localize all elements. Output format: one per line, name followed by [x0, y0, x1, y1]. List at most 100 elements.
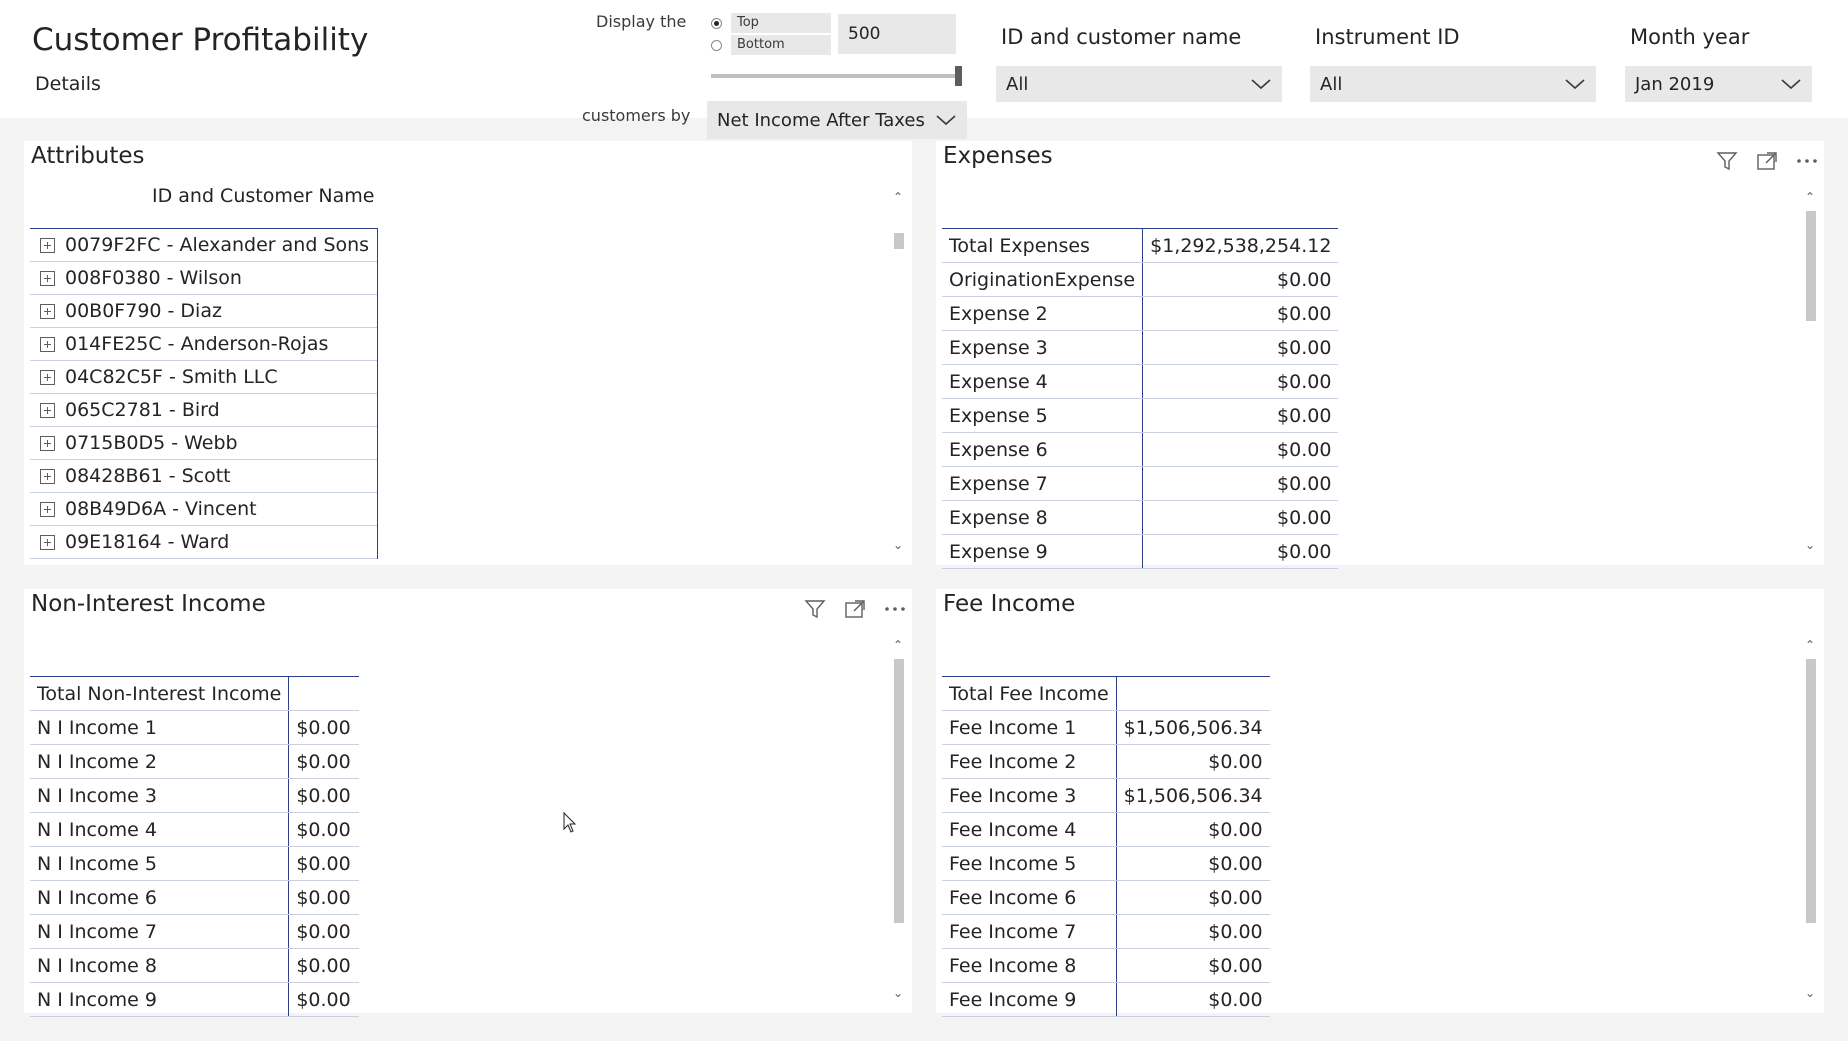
table-row[interactable]: N I Income 2 $0.00 [30, 744, 360, 779]
scroll-up-arrow-icon[interactable]: ⌃ [892, 639, 904, 651]
top-n-slider-track[interactable] [711, 74, 959, 78]
table-row[interactable]: Expense 2 $0.00 [942, 296, 1339, 331]
more-options-icon[interactable] [884, 599, 906, 619]
row-value-cell: $0.00 [288, 948, 360, 983]
table-row[interactable]: Fee Income 3 $1,506,506.34 [942, 778, 1270, 813]
measure-dropdown[interactable]: Net Income After Taxes [707, 101, 967, 139]
expand-plus-icon[interactable] [40, 336, 55, 352]
attributes-column-header[interactable]: ID and Customer Name [152, 185, 374, 207]
expenses-scroll-thumb[interactable] [1806, 211, 1816, 321]
table-row[interactable]: 008F0380 - Wilson [30, 262, 377, 295]
expenses-scrollbar[interactable]: ⌃ ⌄ [1804, 191, 1816, 551]
table-row[interactable]: Total Non-Interest Income [30, 676, 360, 711]
scroll-up-arrow-icon[interactable]: ⌃ [1804, 639, 1816, 651]
scroll-down-arrow-icon[interactable]: ⌄ [1804, 539, 1816, 551]
expand-plus-icon[interactable] [40, 468, 55, 484]
table-row[interactable]: Expense 4 $0.00 [942, 364, 1339, 399]
scroll-up-arrow-icon[interactable]: ⌃ [1804, 191, 1816, 203]
chevron-down-icon [936, 115, 956, 126]
table-row[interactable]: Expense 8 $0.00 [942, 500, 1339, 535]
customer-name-cell: 08B49D6A - Vincent [65, 498, 257, 520]
row-label-cell: Fee Income 7 [942, 914, 1117, 949]
scroll-down-arrow-icon[interactable]: ⌄ [892, 539, 904, 551]
table-row[interactable]: 04C82C5F - Smith LLC [30, 361, 377, 394]
table-row[interactable]: N I Income 6 $0.00 [30, 880, 360, 915]
slicer-customer-dropdown[interactable]: All [996, 66, 1282, 102]
non-interest-scroll-thumb[interactable] [894, 659, 904, 923]
table-row[interactable]: N I Income 3 $0.00 [30, 778, 360, 813]
table-row[interactable]: Total Fee Income [942, 676, 1270, 711]
expand-plus-icon[interactable] [40, 303, 55, 319]
expand-plus-icon[interactable] [40, 402, 55, 418]
top-n-input[interactable]: 500 [838, 14, 956, 54]
table-row[interactable]: N I Income 9 $0.00 [30, 982, 360, 1017]
expand-plus-icon[interactable] [40, 270, 55, 286]
table-row[interactable]: 0715B0D5 - Webb [30, 427, 377, 460]
table-row[interactable]: Expense 9 $0.00 [942, 534, 1339, 569]
row-value-cell: $0.00 [1142, 432, 1339, 467]
attributes-title: Attributes [31, 143, 145, 169]
table-row[interactable]: 09E18164 - Ward [30, 526, 377, 559]
slicer-instrument-dropdown[interactable]: All [1310, 66, 1596, 102]
expand-plus-icon[interactable] [40, 435, 55, 451]
radio-top-label: Top [731, 13, 831, 33]
table-row[interactable]: N I Income 4 $0.00 [30, 812, 360, 847]
filter-icon[interactable] [1716, 151, 1738, 171]
table-row[interactable]: Total Expenses $1,292,538,254.12 [942, 228, 1339, 263]
non-interest-scrollbar[interactable]: ⌃ ⌄ [892, 639, 904, 999]
attributes-scrollbar[interactable]: ⌃ ⌄ [892, 191, 904, 551]
table-row[interactable]: Fee Income 2 $0.00 [942, 744, 1270, 779]
table-row[interactable]: Fee Income 1 $1,506,506.34 [942, 710, 1270, 745]
radio-bottom[interactable] [711, 39, 722, 51]
scroll-up-arrow-icon[interactable]: ⌃ [892, 191, 904, 203]
expand-plus-icon[interactable] [40, 534, 55, 550]
attributes-scroll-thumb[interactable] [894, 233, 904, 249]
table-row[interactable]: N I Income 8 $0.00 [30, 948, 360, 983]
table-row[interactable]: Expense 6 $0.00 [942, 432, 1339, 467]
slicer-month-dropdown[interactable]: Jan 2019 [1625, 66, 1812, 102]
more-options-icon[interactable] [1796, 151, 1818, 171]
fee-income-scroll-thumb[interactable] [1806, 659, 1816, 923]
expand-plus-icon[interactable] [40, 237, 55, 253]
table-row[interactable]: 08B49D6A - Vincent [30, 493, 377, 526]
table-row[interactable]: 00B0F790 - Diaz [30, 295, 377, 328]
chevron-down-icon [1251, 79, 1271, 90]
table-row[interactable]: Expense 7 $0.00 [942, 466, 1339, 501]
radio-top-option[interactable]: Top [711, 13, 831, 33]
table-row[interactable]: Fee Income 8 $0.00 [942, 948, 1270, 983]
table-row[interactable]: N I Income 7 $0.00 [30, 914, 360, 949]
table-row[interactable]: Fee Income 5 $0.00 [942, 846, 1270, 881]
filter-icon[interactable] [804, 599, 826, 619]
row-label-cell: Expense 5 [942, 398, 1144, 433]
radio-bottom-label: Bottom [731, 35, 831, 55]
row-label-cell: Fee Income 1 [942, 710, 1117, 745]
table-row[interactable]: N I Income 1 $0.00 [30, 710, 360, 745]
radio-bottom-option[interactable]: Bottom [711, 35, 831, 55]
table-row[interactable]: Fee Income 6 $0.00 [942, 880, 1270, 915]
row-label-cell: N I Income 6 [30, 880, 290, 915]
table-row[interactable]: Expense 5 $0.00 [942, 398, 1339, 433]
table-row[interactable]: Fee Income 7 $0.00 [942, 914, 1270, 949]
table-row[interactable]: N I Income 5 $0.00 [30, 846, 360, 881]
focus-mode-icon[interactable] [844, 599, 866, 619]
customer-name-cell: 00B0F790 - Diaz [65, 300, 222, 322]
table-row[interactable]: 065C2781 - Bird [30, 394, 377, 427]
top-n-slider-handle[interactable] [955, 66, 962, 86]
focus-mode-icon[interactable] [1756, 151, 1778, 171]
table-row[interactable]: 0079F2FC - Alexander and Sons [30, 229, 377, 262]
expand-plus-icon[interactable] [40, 501, 55, 517]
table-row[interactable]: Fee Income 9 $0.00 [942, 982, 1270, 1017]
fee-income-scrollbar[interactable]: ⌃ ⌄ [1804, 639, 1816, 999]
table-row[interactable]: OriginationExpense $0.00 [942, 262, 1339, 297]
table-row[interactable]: Fee Income 4 $0.00 [942, 812, 1270, 847]
row-label-cell: Total Expenses [942, 228, 1144, 263]
row-label-cell: N I Income 7 [30, 914, 290, 949]
radio-top[interactable] [711, 17, 722, 29]
scroll-down-arrow-icon[interactable]: ⌄ [892, 987, 904, 999]
scroll-down-arrow-icon[interactable]: ⌄ [1804, 987, 1816, 999]
row-label-cell: Total Non-Interest Income [30, 676, 290, 711]
table-row[interactable]: 08428B61 - Scott [30, 460, 377, 493]
expand-plus-icon[interactable] [40, 369, 55, 385]
table-row[interactable]: 014FE25C - Anderson-Rojas [30, 328, 377, 361]
table-row[interactable]: Expense 3 $0.00 [942, 330, 1339, 365]
